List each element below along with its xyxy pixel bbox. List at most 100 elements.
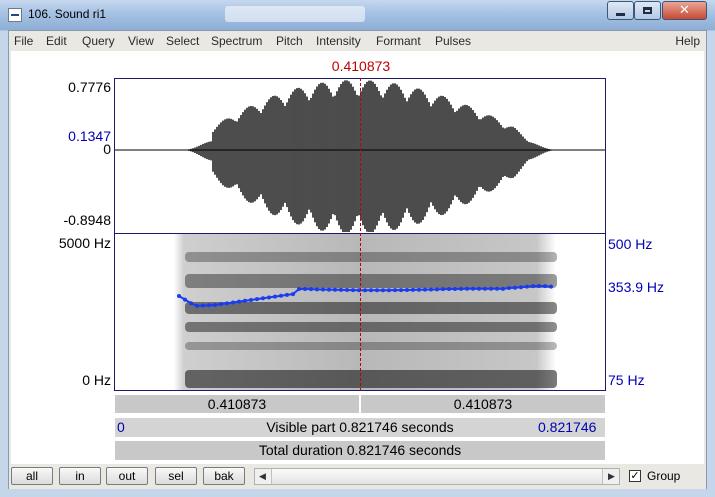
pitch-point (213, 303, 217, 307)
spectrogram-band (185, 274, 557, 288)
menu-query[interactable]: Query (82, 34, 115, 48)
zoom-out-button[interactable]: out (106, 467, 148, 485)
pitch-point (255, 297, 259, 302)
group-checkbox-label: Group (647, 469, 681, 483)
menu-pulses[interactable]: Pulses (435, 34, 471, 48)
spectrogram-bottom-freq-label: 0 Hz (82, 372, 111, 388)
group-checkbox[interactable]: ✓ (629, 470, 641, 482)
title-bar-reflection (225, 6, 365, 22)
pitch-point (261, 296, 265, 301)
pitch-point (189, 301, 193, 306)
pitch-point (477, 286, 481, 291)
segment-right-bar[interactable]: 0.410873 (360, 394, 606, 414)
pitch-point (381, 288, 385, 293)
scroll-right-arrow-icon[interactable]: ▶ (604, 469, 619, 484)
pitch-point (507, 285, 511, 290)
menu-intensity[interactable]: Intensity (316, 34, 361, 48)
spectrogram-band (185, 252, 557, 262)
sound-editor-canvas[interactable]: 0.410873 0.7776 0.1347 0 -0.8948 5000 Hz… (11, 51, 704, 464)
title-bar[interactable]: 106. Sound ri1 ✕ (0, 0, 715, 30)
pitch-point (363, 288, 367, 293)
visible-end-time: 0.821746 (538, 419, 597, 435)
pitch-point (285, 292, 289, 297)
window-frame: 106. Sound ri1 ✕ File Edit Query View Se… (0, 0, 715, 497)
pitch-point (303, 287, 307, 292)
time-cursor-line (360, 78, 361, 391)
pitch-point (183, 297, 187, 302)
waveform-samples (182, 80, 558, 232)
pitch-point (459, 286, 463, 291)
pitch-point (399, 288, 403, 293)
menu-file[interactable]: File (14, 34, 33, 48)
pitch-point (309, 287, 313, 292)
close-button[interactable]: ✕ (662, 1, 707, 20)
pitch-point (345, 288, 349, 293)
spectrogram-band (185, 322, 557, 332)
visible-part-label: Visible part 0.821746 seconds (266, 419, 454, 435)
pitch-point (243, 298, 247, 303)
waveform-zero-label: 0 (103, 141, 111, 157)
pitch-point (177, 294, 181, 298)
pitch-point (453, 286, 457, 291)
minimize-icon (616, 13, 625, 16)
pitch-point (393, 288, 397, 293)
scroll-left-arrow-icon[interactable]: ◀ (255, 469, 270, 484)
pitch-point (489, 286, 493, 291)
pitch-point (483, 286, 487, 291)
window-app-icon (8, 8, 22, 22)
spectrogram-band (185, 342, 557, 350)
bottom-toolbar: all in out sel bak ◀ ▶ ✓ Group (9, 464, 706, 489)
spectrogram-top-freq-label: 5000 Hz (58, 235, 111, 251)
waveform-max-label: 0.7776 (68, 79, 111, 95)
pitch-point (297, 286, 301, 291)
pitch-cursor-label: 353.9 Hz (608, 279, 665, 295)
waveform-min-label: -0.8948 (63, 212, 111, 228)
pitch-point (225, 301, 229, 306)
pitch-point (423, 287, 427, 292)
pitch-point (549, 284, 553, 289)
menu-help[interactable]: Help (675, 34, 700, 48)
zoom-selection-button[interactable]: sel (155, 467, 197, 485)
pitch-point (249, 297, 253, 302)
segment-left-bar[interactable]: 0.410873 (114, 394, 360, 414)
menu-pitch[interactable]: Pitch (276, 34, 303, 48)
pitch-point (195, 303, 199, 308)
minimize-button[interactable] (607, 1, 634, 20)
zoom-all-button[interactable]: all (11, 467, 53, 485)
menu-view[interactable]: View (128, 34, 154, 48)
pitch-point (237, 299, 241, 304)
pitch-point (447, 287, 451, 292)
menu-select[interactable]: Select (166, 34, 199, 48)
total-duration-bar[interactable]: Total duration 0.821746 seconds (114, 440, 606, 461)
window-client-area: File Edit Query View Select Spectrum Pit… (8, 30, 707, 489)
spectrogram-band (185, 370, 557, 388)
close-icon: ✕ (679, 3, 690, 18)
pitch-point (267, 295, 271, 300)
pitch-point (519, 285, 523, 290)
pitch-point (411, 287, 415, 292)
zoom-back-button[interactable]: bak (203, 467, 245, 485)
spectrogram-band (185, 302, 557, 314)
checkbox-icon: ✓ (630, 470, 640, 482)
pitch-point (465, 286, 469, 291)
pitch-point (375, 288, 379, 293)
menu-edit[interactable]: Edit (46, 34, 67, 48)
pitch-point (471, 286, 475, 291)
pitch-point (273, 294, 277, 299)
pitch-point (207, 303, 211, 308)
pitch-point (327, 287, 331, 292)
scrollbar-thumb[interactable] (271, 469, 603, 484)
pitch-point (501, 286, 505, 291)
pitch-point (369, 288, 373, 293)
visible-part-bar[interactable]: Visible part 0.821746 seconds (114, 417, 606, 438)
pitch-point (417, 287, 421, 292)
maximize-button[interactable] (634, 1, 661, 20)
zoom-in-button[interactable]: in (59, 467, 101, 485)
menu-spectrum[interactable]: Spectrum (211, 34, 262, 48)
menu-formant[interactable]: Formant (376, 34, 421, 48)
maximize-icon (643, 7, 652, 14)
pitch-point (387, 288, 391, 293)
pitch-point (525, 284, 529, 289)
horizontal-scrollbar[interactable]: ◀ ▶ (254, 468, 620, 485)
pitch-top-label: 500 Hz (608, 236, 653, 252)
